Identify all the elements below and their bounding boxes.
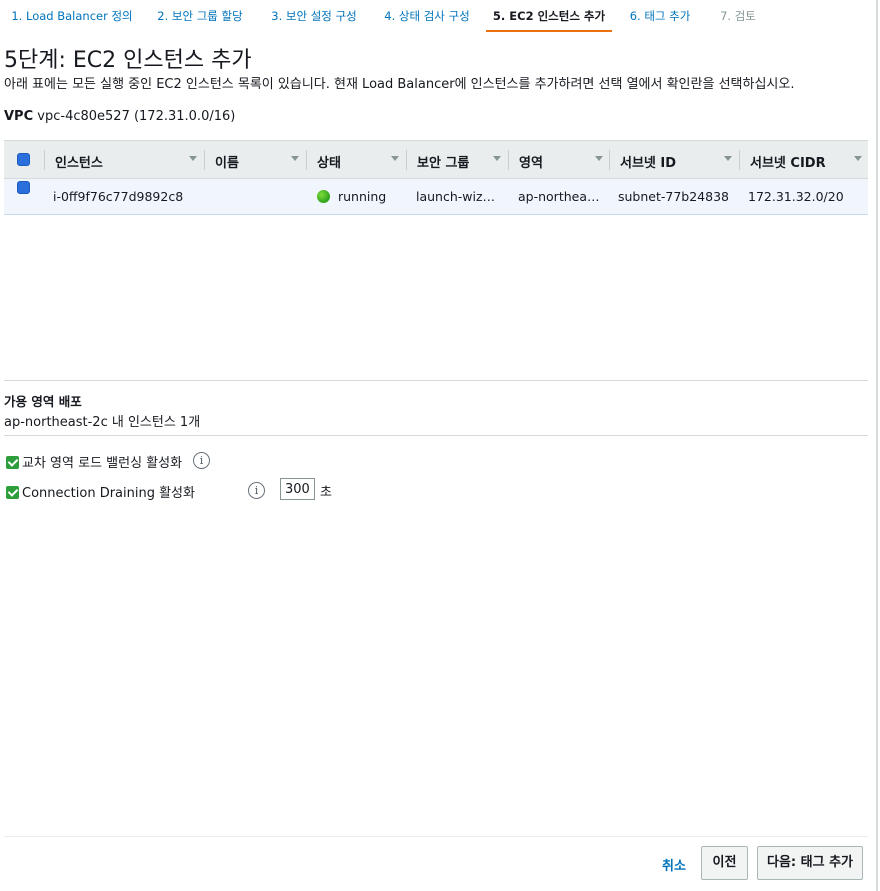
step-5-add-ec2-instances[interactable]: 5. EC2 인스턴스 추가	[486, 0, 612, 32]
cross-zone-checkbox[interactable]	[6, 456, 19, 469]
column-header-subnet-cidr[interactable]: 서브넷 CIDR	[740, 141, 868, 179]
info-icon[interactable]: i	[248, 482, 265, 499]
step-3-configure-security[interactable]: 3. 보안 설정 구성	[262, 0, 366, 32]
sort-arrow-icon	[291, 156, 299, 161]
vpc-label: VPC	[4, 109, 34, 124]
wizard-steps: 1. Load Balancer 정의 2. 보안 그룹 할당 3. 보안 설정…	[4, 0, 864, 32]
step-2-assign-security-groups[interactable]: 2. 보안 그룹 할당	[148, 0, 252, 32]
cancel-button[interactable]: 취소	[662, 855, 686, 874]
connection-draining-label: Connection Draining 활성화	[22, 486, 195, 501]
sort-arrow-icon	[854, 156, 862, 161]
table-row[interactable]: i-0ff9f76c77d9892c8 running launch-wiz… …	[4, 179, 868, 215]
column-header-zone[interactable]: 영역	[509, 141, 609, 179]
next-add-tags-button[interactable]: 다음: 태그 추가	[757, 846, 863, 880]
step-1-define-lb[interactable]: 1. Load Balancer 정의	[4, 0, 140, 32]
previous-button[interactable]: 이전	[701, 846, 748, 880]
connection-draining-checkbox[interactable]	[6, 486, 19, 499]
column-header-security-group[interactable]: 보안 그룹	[407, 141, 507, 179]
timeout-unit-label: 초	[320, 485, 332, 500]
column-header-status[interactable]: 상태	[307, 141, 405, 179]
sort-arrow-icon	[391, 156, 399, 161]
sort-arrow-icon	[595, 156, 603, 161]
info-icon[interactable]: i	[193, 452, 210, 469]
cell-name	[215, 179, 305, 215]
column-header-subnet-id[interactable]: 서브넷 ID	[610, 141, 738, 179]
cell-status: running	[317, 179, 405, 215]
cross-zone-option: 교차 영역 로드 밸런싱 활성화	[6, 452, 182, 471]
footer-divider	[4, 836, 868, 837]
divider	[4, 380, 868, 381]
step-7-review: 7. 검토	[720, 9, 756, 23]
sort-arrow-icon	[189, 156, 197, 161]
vpc-info: VPC vpc-4c80e527 (172.31.0.0/16)	[4, 109, 235, 124]
table-header: 인스턴스 이름 상태 보안 그룹 영역 서브넷 ID 서브넷 CIDR	[4, 140, 868, 179]
column-header-name[interactable]: 이름	[205, 141, 305, 179]
running-status-icon	[317, 190, 330, 203]
panel-edge	[876, 0, 878, 891]
cell-instance-id: i-0ff9f76c77d9892c8	[53, 189, 184, 204]
sort-arrow-icon	[724, 156, 732, 161]
page-title: 5단계: EC2 인스턴스 추가	[4, 48, 252, 73]
availability-zone-summary: ap-northeast-2c 내 인스턴스 1개	[4, 415, 201, 430]
cell-security-group: launch-wiz…	[416, 189, 496, 204]
row-select-checkbox[interactable]	[17, 181, 30, 194]
vpc-value: vpc-4c80e527 (172.31.0.0/16)	[37, 109, 236, 124]
cell-subnet-id: subnet-77b24838	[618, 189, 729, 204]
connection-draining-option: Connection Draining 활성화	[6, 482, 195, 501]
column-header-instance[interactable]: 인스턴스	[45, 141, 203, 179]
step-6-add-tags[interactable]: 6. 태그 추가	[622, 0, 698, 32]
select-all-checkbox[interactable]	[17, 153, 30, 166]
draining-timeout-input[interactable]	[280, 478, 315, 500]
cell-subnet-cidr: 172.31.32.0/20	[748, 189, 844, 204]
divider	[4, 435, 868, 436]
sort-arrow-icon	[493, 156, 501, 161]
step-4-health-check[interactable]: 4. 상태 검사 구성	[375, 0, 479, 32]
availability-zone-title: 가용 영역 배포	[4, 394, 82, 409]
cross-zone-label: 교차 영역 로드 밸런싱 활성화	[22, 456, 183, 471]
page-description: 아래 표에는 모든 실행 중인 EC2 인스턴스 목록이 있습니다. 현재 Lo…	[4, 77, 795, 92]
cell-zone: ap-northea…	[518, 189, 600, 204]
instances-table: 인스턴스 이름 상태 보안 그룹 영역 서브넷 ID 서브넷 CIDR i-0f…	[4, 140, 868, 215]
